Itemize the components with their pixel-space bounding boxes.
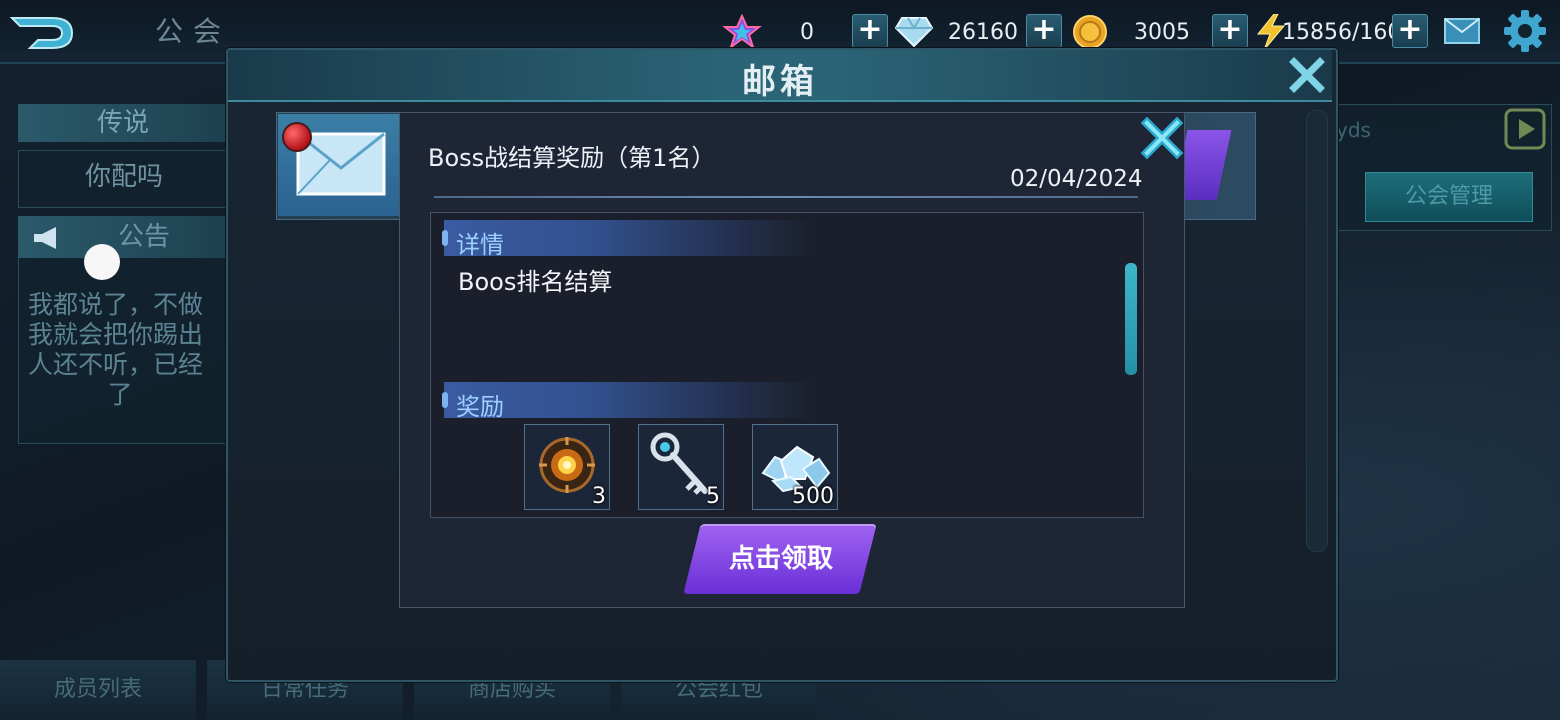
mailbox-close-icon[interactable] <box>1288 56 1326 94</box>
claim-button-label: 点击领取 <box>728 544 833 574</box>
mail-icon[interactable] <box>1444 18 1480 44</box>
details-label: 详情 <box>456 231 504 259</box>
guild-name: 你配吗 <box>18 150 230 208</box>
details-text: Boos排名结算 <box>458 268 613 296</box>
play-icon[interactable] <box>1504 108 1546 150</box>
notice-text: 我都说了，不做 我就会把你踢出 人还不听，已经 了 <box>28 290 204 409</box>
touch-indicator <box>84 244 120 280</box>
back-icon[interactable] <box>8 10 78 56</box>
tab-label: 成员列表 <box>53 677 142 702</box>
reward-item[interactable]: 5 <box>638 424 724 510</box>
star-gem-icon <box>722 13 762 50</box>
diamond-icon <box>894 14 934 48</box>
claim-button[interactable]: 点击领取 <box>683 524 878 594</box>
star-gem-count: 0 <box>800 20 814 45</box>
gold-coin-count: 3005 <box>1134 20 1190 45</box>
mail-list-scrollbar[interactable] <box>1306 110 1328 552</box>
gold-coin-icon <box>1070 14 1110 49</box>
details-scrollbar[interactable] <box>1125 263 1137 375</box>
gear-icon[interactable] <box>1502 8 1548 54</box>
guild-manage-button[interactable]: 公会管理 <box>1365 172 1533 222</box>
add-energy-button[interactable]: + <box>1392 14 1428 48</box>
popup-close-icon[interactable] <box>1140 116 1184 160</box>
unread-badge <box>282 122 312 152</box>
mail-date: 02/04/2024 <box>1010 166 1143 192</box>
reward-count: 5 <box>706 484 720 509</box>
mail-subject: Boss战结算奖励（第1名） <box>428 144 716 172</box>
rewards-label: 奖励 <box>456 393 504 421</box>
diamond-count: 26160 <box>948 20 1018 45</box>
reward-item[interactable]: 3 <box>524 424 610 510</box>
guild-rank-tag: 传说 <box>18 104 228 142</box>
add-star-gem-button[interactable]: + <box>852 14 888 48</box>
page-title: 公会 <box>155 15 232 48</box>
title-divider <box>434 196 1138 198</box>
member-name: yds <box>1336 118 1371 142</box>
reward-count: 3 <box>592 484 606 509</box>
megaphone-icon <box>32 226 62 250</box>
mailbox-title: 邮箱 <box>742 62 818 102</box>
add-diamond-button[interactable]: + <box>1026 14 1062 48</box>
add-gold-button[interactable]: + <box>1212 14 1248 48</box>
reward-count: 500 <box>792 484 834 509</box>
tab-member-list[interactable]: 成员列表 <box>0 660 196 720</box>
reward-item[interactable]: 500 <box>752 424 838 510</box>
energy-count: 15856/160 <box>1282 20 1402 45</box>
